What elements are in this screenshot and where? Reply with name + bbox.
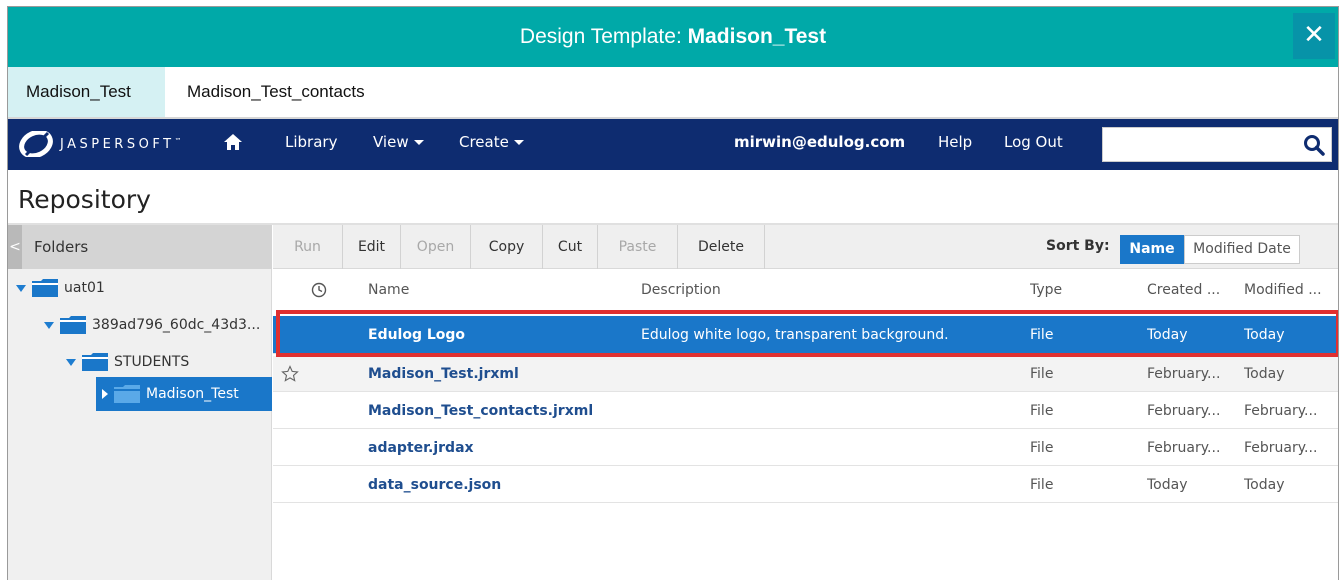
folder-icon (60, 316, 86, 334)
dialog-title-prefix: Design Template: (519, 25, 688, 48)
edit-button[interactable]: Edit (343, 225, 401, 269)
tree-item-madison-test[interactable]: Madison_Test (96, 377, 272, 411)
collapsed-triangle-icon[interactable] (102, 389, 108, 399)
tab-madison-test-contacts[interactable]: Madison_Test_contacts (169, 67, 383, 117)
column-header-modified[interactable]: Modified ... (1244, 270, 1336, 310)
jaspersoft-navbar: JASPERSOFT™ Library View Create mirwin@e… (8, 119, 1338, 170)
tree-item-label: STUDENTS (114, 354, 190, 370)
folders-label: Folders (34, 238, 89, 256)
open-button[interactable]: Open (401, 225, 471, 269)
resource-modified: February... (1244, 440, 1318, 456)
resource-name[interactable]: data_source.json (368, 467, 501, 503)
sort-by-label: Sort By: (1046, 238, 1110, 254)
nav-view-label: View (373, 133, 409, 151)
tree-item-label: uat01 (64, 280, 105, 296)
tab-madison-test[interactable]: Madison_Test (8, 67, 165, 117)
resource-type: File (1030, 477, 1054, 493)
column-header-description[interactable]: Description (641, 270, 721, 310)
table-row[interactable]: data_source.json File Today Today (273, 467, 1338, 503)
search-box (1102, 127, 1332, 162)
resource-type: File (1030, 327, 1054, 343)
table-header-row: Name Description Type Created ... Modifi… (273, 270, 1338, 310)
chevron-down-icon (413, 140, 424, 145)
column-header-name[interactable]: Name (368, 270, 409, 310)
nav-library[interactable]: Library (285, 133, 337, 151)
tree-item-label: Madison_Test (146, 386, 239, 402)
folder-icon (114, 385, 140, 403)
delete-button[interactable]: Delete (678, 225, 765, 269)
sort-by-name-button[interactable]: Name (1120, 235, 1184, 264)
home-icon[interactable] (223, 132, 243, 152)
star-icon[interactable] (281, 365, 299, 383)
cut-button[interactable]: Cut (543, 225, 598, 269)
title-bar: Design Template: Madison_Test ✕ (8, 7, 1338, 67)
close-icon: ✕ (1303, 20, 1325, 50)
resource-created: Today (1147, 327, 1188, 343)
tree-item-students[interactable]: STUDENTS (66, 347, 189, 377)
resource-name[interactable]: Madison_Test.jrxml (368, 356, 519, 392)
resource-type: File (1030, 403, 1054, 419)
folders-panel: < Folders uat01 389ad796_60dc_43d3... ST… (8, 225, 272, 580)
sort-by-modified-button[interactable]: Modified Date (1184, 235, 1300, 264)
paste-button[interactable]: Paste (598, 225, 678, 269)
folder-icon (82, 353, 108, 371)
chevron-left-icon: < (9, 239, 21, 255)
table-row[interactable]: Edulog Logo Edulog white logo, transpare… (273, 316, 1338, 354)
expand-triangle-icon[interactable] (66, 358, 76, 366)
column-header-created[interactable]: Created ... (1147, 270, 1237, 310)
folder-icon (32, 279, 58, 297)
resource-modified: Today (1244, 327, 1285, 343)
resource-created: February... (1147, 403, 1221, 419)
collapse-panel-button[interactable]: < (8, 225, 22, 269)
resource-created: Today (1147, 477, 1188, 493)
design-template-dialog: Design Template: Madison_Test ✕ Madison_… (7, 6, 1339, 580)
resource-created: February... (1147, 366, 1221, 382)
resource-type: File (1030, 440, 1054, 456)
repository-toolbar: Run Edit Open Copy Cut Paste Delete Sort… (273, 225, 1338, 269)
template-tabs: Madison_Test Madison_Test_contacts (8, 67, 1338, 119)
clock-icon[interactable] (311, 282, 327, 298)
nav-logout[interactable]: Log Out (1004, 133, 1063, 151)
run-button[interactable]: Run (273, 225, 343, 269)
nav-create-label: Create (459, 133, 509, 151)
expand-triangle-icon[interactable] (16, 284, 26, 292)
page-title: Repository (18, 185, 151, 214)
copy-button[interactable]: Copy (471, 225, 543, 269)
table-row[interactable]: Madison_Test.jrxml File February... Toda… (273, 356, 1338, 392)
jaspersoft-logo-icon (19, 131, 53, 157)
nav-create[interactable]: Create (459, 133, 524, 151)
table-row[interactable]: adapter.jrdax File February... February.… (273, 430, 1338, 466)
brand-text: JASPERSOFT (60, 136, 175, 152)
chevron-down-icon (513, 140, 524, 145)
tree-item-uat01[interactable]: uat01 (16, 273, 105, 303)
close-button[interactable]: ✕ (1293, 13, 1335, 59)
expand-triangle-icon[interactable] (44, 321, 54, 329)
tree-item-389ad796[interactable]: 389ad796_60dc_43d3... (44, 310, 260, 340)
resource-name[interactable]: adapter.jrdax (368, 430, 474, 466)
resource-name[interactable]: Edulog Logo (368, 316, 465, 354)
nav-user[interactable]: mirwin@edulog.com (734, 133, 905, 151)
tree-item-label: 389ad796_60dc_43d3... (92, 317, 261, 333)
dialog-title-name: Madison_Test (687, 25, 827, 48)
resource-description: Edulog white logo, transparent backgroun… (641, 327, 949, 343)
jaspersoft-brand: JASPERSOFT™ (60, 137, 182, 152)
brand-trademark: ™ (174, 136, 182, 145)
nav-view[interactable]: View (373, 133, 424, 151)
nav-help[interactable]: Help (938, 133, 972, 151)
resource-modified: Today (1244, 477, 1285, 493)
resource-created: February... (1147, 440, 1221, 456)
resource-modified: Today (1244, 366, 1285, 382)
column-header-type[interactable]: Type (1030, 270, 1062, 310)
resource-name[interactable]: Madison_Test_contacts.jrxml (368, 393, 593, 429)
dialog-title: Design Template: Madison_Test (8, 25, 1338, 49)
search-input[interactable] (1103, 128, 1293, 161)
resource-type: File (1030, 366, 1054, 382)
resource-modified: February... (1244, 403, 1318, 419)
folders-header: < Folders (8, 225, 272, 269)
table-row[interactable]: Madison_Test_contacts.jrxml File Februar… (273, 393, 1338, 429)
search-icon[interactable] (1303, 134, 1325, 156)
jaspersoft-logo[interactable]: JASPERSOFT™ (18, 129, 182, 159)
